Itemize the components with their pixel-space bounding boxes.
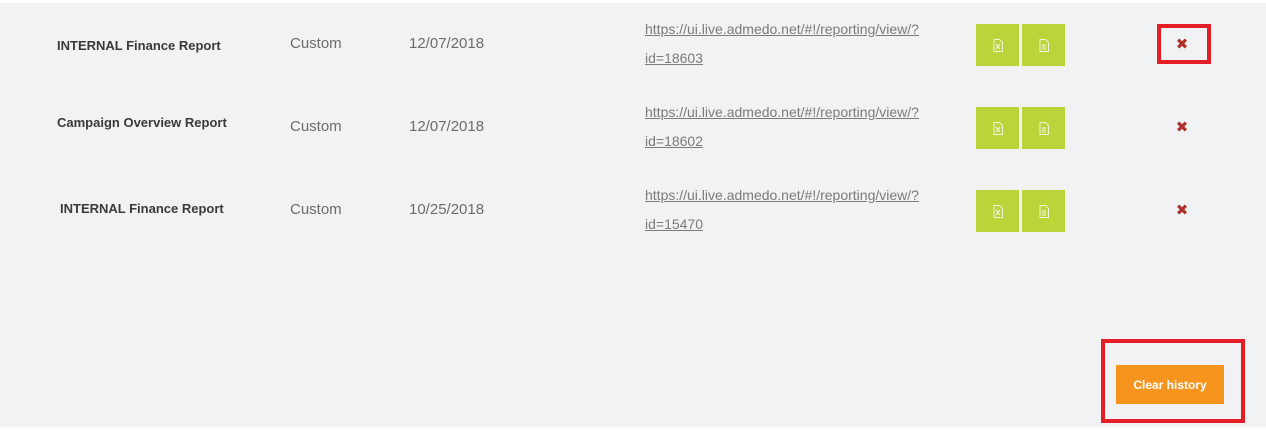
- report-link[interactable]: https://ui.live.admedo.net/#!/reporting/…: [645, 15, 955, 73]
- table-row: INTERNAL Finance Report Custom 10/25/201…: [0, 181, 1266, 241]
- report-date: 12/07/2018: [409, 118, 485, 135]
- table-row: INTERNAL Finance Report Custom 12/07/201…: [0, 15, 1266, 75]
- delete-button[interactable]: ✖: [1169, 197, 1195, 223]
- excel-export-button[interactable]: [976, 24, 1019, 66]
- report-date: 10/25/2018: [409, 201, 485, 218]
- report-type: Custom: [290, 118, 342, 135]
- delete-highlight-box: [1157, 24, 1211, 64]
- report-date: 12/07/2018: [409, 35, 485, 52]
- report-history-panel: INTERNAL Finance Report Custom 12/07/201…: [0, 3, 1266, 427]
- excel-export-button[interactable]: [976, 190, 1019, 232]
- document-export-button[interactable]: [1022, 107, 1065, 149]
- delete-button[interactable]: ✖: [1169, 114, 1195, 140]
- excel-export-button[interactable]: [976, 107, 1019, 149]
- report-link-line1[interactable]: https://ui.live.admedo.net/#!/reporting/…: [645, 15, 955, 44]
- report-link-line1[interactable]: https://ui.live.admedo.net/#!/reporting/…: [645, 181, 955, 210]
- close-icon: ✖: [1175, 119, 1189, 136]
- excel-file-icon: [993, 38, 1003, 52]
- excel-file-icon: [993, 204, 1003, 218]
- document-file-icon: [1039, 121, 1049, 135]
- excel-file-icon: [993, 121, 1003, 135]
- document-file-icon: [1039, 38, 1049, 52]
- report-name: INTERNAL Finance Report: [60, 201, 224, 216]
- report-link[interactable]: https://ui.live.admedo.net/#!/reporting/…: [645, 181, 955, 239]
- report-type: Custom: [290, 35, 342, 52]
- report-name: Campaign Overview Report: [57, 115, 227, 130]
- report-name: INTERNAL Finance Report: [57, 38, 221, 53]
- document-export-button[interactable]: [1022, 24, 1065, 66]
- close-icon: ✖: [1175, 202, 1189, 219]
- document-export-button[interactable]: [1022, 190, 1065, 232]
- clear-history-highlight-box: [1101, 339, 1245, 423]
- document-file-icon: [1039, 204, 1049, 218]
- report-type: Custom: [290, 201, 342, 218]
- report-link-line2[interactable]: id=15470: [645, 210, 955, 239]
- report-link-line1[interactable]: https://ui.live.admedo.net/#!/reporting/…: [645, 98, 955, 127]
- report-link[interactable]: https://ui.live.admedo.net/#!/reporting/…: [645, 98, 955, 156]
- report-link-line2[interactable]: id=18602: [645, 127, 955, 156]
- report-link-line2[interactable]: id=18603: [645, 44, 955, 73]
- table-row: Campaign Overview Report Custom 12/07/20…: [0, 98, 1266, 158]
